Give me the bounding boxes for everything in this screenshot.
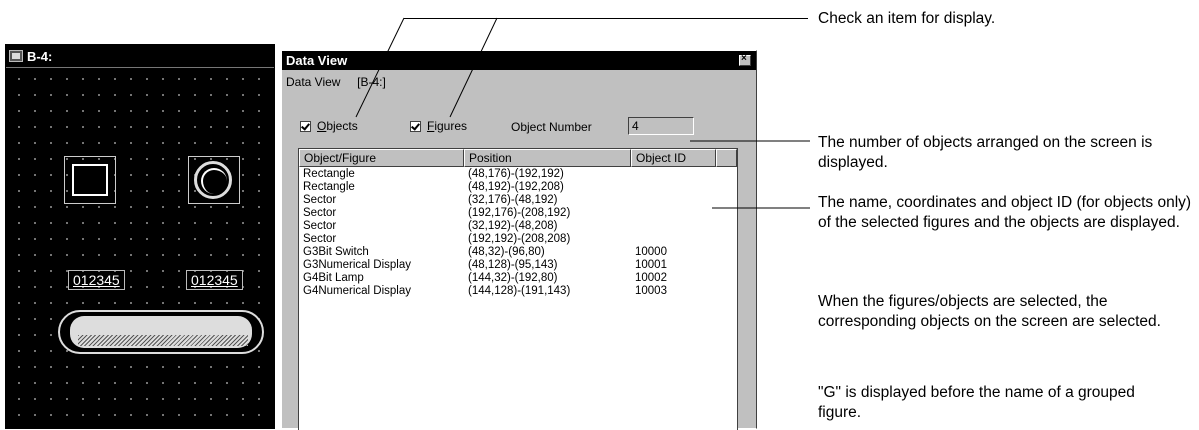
list-row[interactable]: Sector (192,176)-(208,192) — [299, 207, 737, 220]
checkbox-checked-icon[interactable] — [300, 120, 311, 132]
dialog-path-label: Data View [B-4:] — [286, 75, 386, 89]
column-header-blank — [716, 149, 737, 167]
row-position: (192,192)-(208,208) — [468, 233, 571, 245]
annotation-check-item: Check an item for display. — [818, 10, 996, 27]
editor-titlebar[interactable]: B-4: — [6, 45, 274, 68]
row-object-figure: G4Bit Lamp — [303, 272, 364, 284]
row-position: (144,32)-(192,80) — [468, 272, 558, 284]
close-button[interactable]: × — [739, 53, 751, 66]
screen-editor-window: B-4: 012345 012345 — [5, 44, 275, 429]
close-icon: × — [741, 53, 747, 64]
row-object-id — [631, 194, 716, 207]
row-position: (48,192)-(192,208) — [468, 181, 564, 193]
list-row[interactable]: Sector (32,192)-(48,208) — [299, 220, 737, 233]
list-row[interactable]: G3Numerical Display (48,128)-(95,143) 1000… — [299, 259, 737, 272]
bit-lamp-object[interactable] — [188, 156, 240, 204]
rectangle-sector-figure[interactable] — [58, 310, 264, 354]
annotation-object-count: The number of objects arranged on the sc… — [818, 134, 1153, 171]
list-header: Object/Figure Position Object ID — [299, 149, 737, 167]
row-object-id — [631, 233, 716, 246]
row-object-id — [631, 181, 716, 194]
list-row[interactable]: Sector (32,176)-(48,192) — [299, 194, 737, 207]
row-object-figure: G3Bit Switch — [303, 246, 369, 258]
column-header-object-id[interactable]: Object ID — [631, 149, 716, 167]
data-view-dialog: Data View × Data View [B-4:] Objects Fig… — [281, 50, 757, 430]
list-row[interactable]: G3Bit Switch (48,32)-(96,80) 10000 — [299, 246, 737, 259]
row-object-id: 10000 — [635, 246, 667, 258]
dialog-titlebar[interactable]: Data View × — [282, 51, 756, 70]
row-position: (48,128)-(95,143) — [468, 259, 558, 271]
row-object-figure: G3Numerical Display — [303, 259, 412, 271]
row-object-figure: Rectangle — [303, 168, 355, 180]
row-position: (144,128)-(191,143) — [468, 285, 571, 297]
list-rows: Rectangle (48,176)-(192,192) Rectangle (48,… — [299, 167, 737, 298]
row-object-id — [631, 220, 716, 233]
row-object-figure: Sector — [303, 207, 337, 219]
row-position: (48,176)-(192,192) — [468, 168, 564, 180]
checkbox-checked-icon[interactable] — [410, 120, 421, 132]
object-number-field: 4 — [628, 117, 694, 135]
objects-checkbox[interactable]: Objects — [300, 119, 358, 133]
annotation-grouped-description: "G" is displayed before the name of a gr… — [818, 384, 1135, 421]
row-object-id: 10001 — [635, 259, 667, 271]
numerical-display-object-2[interactable]: 012345 — [186, 270, 243, 290]
row-position: (32,176)-(48,192) — [468, 194, 558, 206]
list-row[interactable]: Rectangle (48,176)-(192,192) — [299, 168, 737, 181]
row-object-figure: Rectangle — [303, 181, 355, 193]
column-header-position[interactable]: Position — [464, 149, 631, 167]
bit-switch-object[interactable] — [64, 156, 116, 204]
list-row[interactable]: G4Bit Lamp (144,32)-(192,80) 10002 — [299, 272, 737, 285]
annotation-list-description: The name, coordinates and object ID (for… — [818, 194, 1192, 231]
row-object-id — [631, 168, 716, 181]
data-list[interactable]: Object/Figure Position Object ID Rectang… — [298, 148, 738, 430]
row-object-id: 10003 — [635, 285, 667, 297]
editor-title: B-4: — [27, 48, 53, 64]
figures-checkbox-label: Figures — [427, 119, 468, 133]
row-object-figure: Sector — [303, 220, 337, 232]
objects-checkbox-label: Objects — [317, 119, 358, 133]
list-row[interactable]: G4Numerical Display (144,128)-(191,143) 10… — [299, 285, 737, 298]
editor-canvas[interactable]: 012345 012345 — [6, 68, 274, 429]
row-position: (48,32)-(96,80) — [468, 246, 545, 258]
row-position: (192,176)-(208,192) — [468, 207, 571, 219]
leader-line-check — [404, 18, 808, 19]
row-position: (32,192)-(48,208) — [468, 220, 558, 232]
screen-icon — [9, 50, 23, 62]
figures-checkbox[interactable]: Figures — [410, 119, 467, 133]
list-row[interactable]: Sector (192,192)-(208,208) — [299, 233, 737, 246]
row-object-figure: Sector — [303, 194, 337, 206]
row-object-figure: Sector — [303, 233, 337, 245]
list-row[interactable]: Rectangle (48,192)-(192,208) — [299, 181, 737, 194]
row-object-id — [631, 207, 716, 220]
row-object-id: 10002 — [635, 272, 667, 284]
numerical-display-object-1[interactable]: 012345 — [68, 270, 125, 290]
object-number-label: Object Number — [511, 120, 592, 134]
dialog-title: Data View — [286, 53, 348, 68]
column-header-object-figure[interactable]: Object/Figure — [299, 149, 464, 167]
annotation-selection-description: When the figures/objects are selected, t… — [818, 293, 1161, 330]
row-object-figure: G4Numerical Display — [303, 285, 412, 297]
